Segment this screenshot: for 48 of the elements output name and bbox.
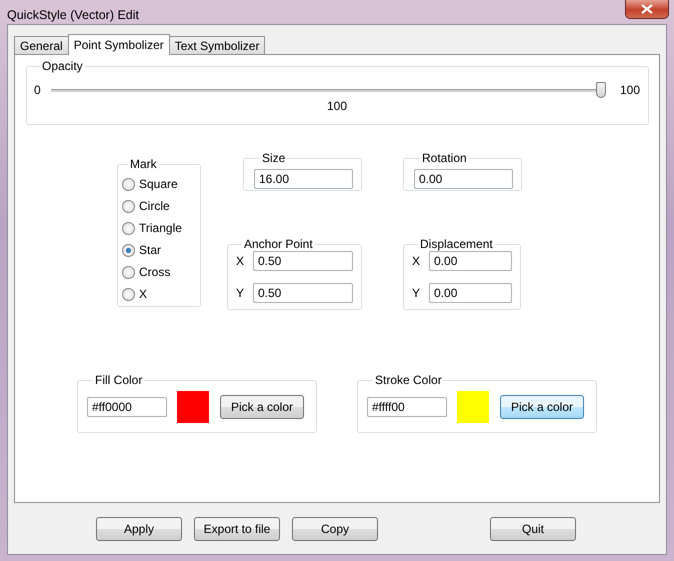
min-label: 0	[34, 83, 41, 97]
dialog-button[interactable]: Copy	[292, 516, 378, 540]
input-field[interactable]: 16.00	[254, 169, 353, 189]
radio-label[interactable]: Star	[139, 243, 162, 257]
slider-value: 100	[326, 99, 348, 113]
dialog-button[interactable]: Apply	[96, 516, 182, 540]
group-label: Stroke Color	[374, 373, 443, 387]
group-label: Fill Color	[94, 373, 144, 387]
radio-button[interactable]	[122, 178, 135, 190]
input-field[interactable]: #ff0000	[87, 397, 167, 417]
pick-color-button[interactable]: Pick a color	[500, 395, 584, 419]
slider-thumb[interactable]	[596, 82, 606, 98]
radio-label[interactable]: Cross	[139, 265, 170, 279]
group-label: Mark	[129, 157, 158, 171]
radio-button[interactable]	[122, 222, 135, 234]
input-field[interactable]: #ffff00	[367, 397, 447, 417]
radio-button[interactable]	[122, 266, 135, 278]
radio-label[interactable]: Circle	[139, 199, 170, 213]
max-label: 100	[620, 83, 640, 97]
close-icon	[641, 4, 653, 14]
axis-label: Y	[412, 286, 420, 300]
tab[interactable]: General	[14, 36, 69, 54]
window-title: QuickStyle (Vector) Edit	[7, 8, 139, 22]
tab[interactable]: Text Symbolizer	[168, 36, 266, 54]
group-label: Displacement	[419, 237, 494, 251]
radio-button[interactable]	[122, 200, 135, 212]
radio-label[interactable]: Triangle	[139, 221, 182, 235]
input-field[interactable]: 0.50	[253, 283, 353, 303]
axis-label: X	[236, 254, 244, 268]
axis-label: Y	[236, 286, 244, 300]
group-label: Opacity	[41, 59, 84, 73]
group-label: Rotation	[421, 151, 468, 165]
input-field[interactable]: 0.00	[429, 283, 512, 303]
dialog-button[interactable]: Quit	[490, 516, 576, 540]
dialog-button[interactable]: Export to file	[194, 516, 280, 540]
axis-label: X	[412, 254, 420, 268]
radio-button[interactable]	[122, 244, 135, 256]
close-button[interactable]	[625, 0, 669, 19]
input-field[interactable]: 0.50	[253, 251, 353, 271]
input-field[interactable]: 0.00	[429, 251, 512, 271]
radio-label[interactable]: Square	[139, 177, 178, 191]
radio-button[interactable]	[122, 288, 135, 300]
group-label: Size	[261, 151, 286, 165]
radio-label[interactable]: X	[139, 287, 148, 301]
pick-color-button[interactable]: Pick a color	[220, 395, 304, 419]
group-label: Anchor Point	[242, 237, 314, 251]
input-field[interactable]: 0.00	[414, 169, 513, 189]
tab[interactable]: Point Symbolizer	[68, 34, 170, 55]
